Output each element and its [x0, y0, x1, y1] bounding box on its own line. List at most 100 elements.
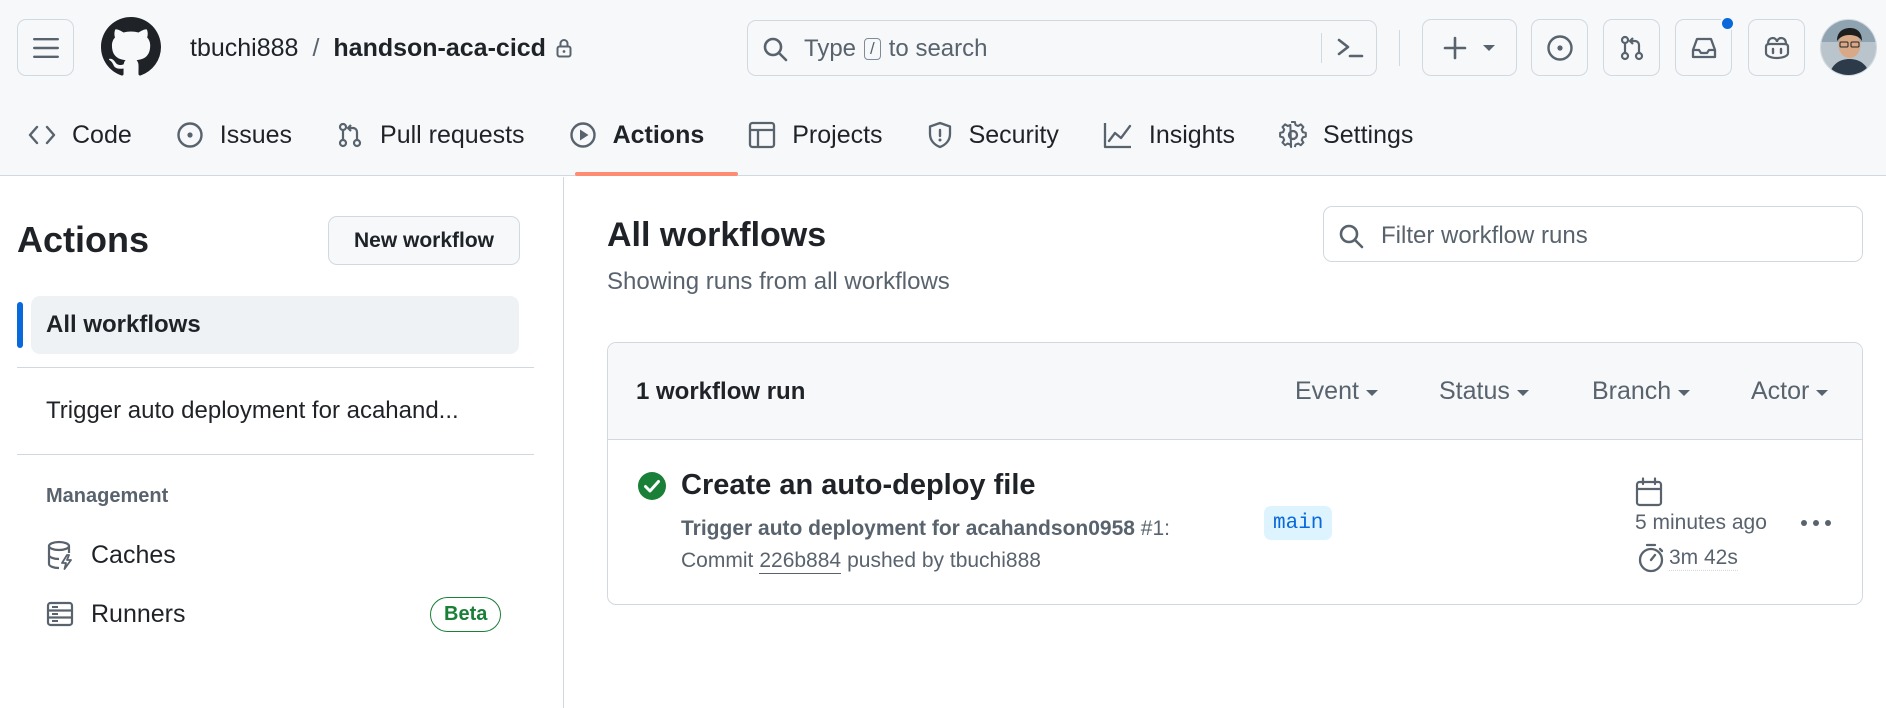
github-logo-icon[interactable] [101, 17, 161, 77]
play-icon [569, 122, 596, 148]
triangle-down-icon [1365, 389, 1378, 396]
tab-code-label: Code [72, 120, 132, 149]
command-palette-icon[interactable] [1336, 35, 1364, 61]
breadcrumb-repo-link[interactable]: handson-aca-cicd [333, 34, 546, 63]
user-avatar[interactable] [1820, 19, 1877, 76]
branch-filter-label: Branch [1592, 377, 1672, 405]
status-filter-label: Status [1439, 377, 1510, 405]
search-divider [1321, 33, 1322, 63]
plus-icon [1443, 36, 1466, 59]
header-divider [1399, 30, 1400, 66]
copilot-button[interactable] [1748, 19, 1805, 76]
sidebar-item-caches[interactable]: Caches [46, 538, 176, 572]
tab-issues-label: Issues [219, 120, 293, 149]
copilot-icon [1764, 36, 1789, 59]
run-pushed-by: pushed by tbuchi888 [847, 549, 1041, 572]
search-icon [763, 37, 788, 62]
git-pull-request-icon [338, 122, 362, 148]
issues-button[interactable] [1531, 19, 1588, 76]
sidebar-item-runners-label: Runners [91, 599, 186, 628]
open-global-navigation-button[interactable] [17, 19, 74, 76]
global-search-input[interactable]: Type / to search [747, 20, 1377, 76]
tab-projects[interactable]: Projects [748, 113, 883, 157]
breadcrumb: tbuchi888 / handson-aca-cicd [190, 30, 572, 66]
page-subtitle: Showing runs from all workflows [607, 268, 950, 295]
triangle-down-icon [1482, 44, 1495, 51]
check-circle-fill-icon [638, 472, 666, 500]
three-bars-icon [32, 37, 59, 58]
new-workflow-button[interactable]: New workflow [328, 216, 520, 265]
run-options-button[interactable] [1796, 503, 1836, 543]
search-placeholder-after: to search [888, 35, 988, 62]
run-title-link[interactable]: Create an auto-deploy file [681, 469, 1036, 502]
sidebar-title: Actions [17, 219, 150, 260]
event-filter-label: Event [1295, 377, 1359, 405]
stopwatch-icon [1638, 543, 1664, 573]
tab-projects-label: Projects [792, 120, 883, 149]
tab-issues[interactable]: Issues [176, 113, 292, 157]
shield-icon [928, 121, 951, 149]
git-pull-request-icon [1620, 35, 1643, 60]
tab-code[interactable]: Code [28, 113, 132, 157]
notification-indicator [1720, 16, 1735, 31]
active-tab-indicator [575, 172, 738, 176]
tab-security-label: Security [968, 120, 1059, 149]
graph-icon [1103, 123, 1132, 149]
create-new-button[interactable] [1422, 19, 1517, 76]
sidebar-divider-2 [17, 454, 534, 455]
tab-actions-label: Actions [612, 120, 705, 149]
search-placeholder: Type / to search [804, 35, 987, 63]
actor-filter-label: Actor [1751, 377, 1810, 405]
pull-requests-button[interactable] [1603, 19, 1660, 76]
breadcrumb-owner-link[interactable]: tbuchi888 [190, 34, 298, 63]
breadcrumb-separator: / [312, 33, 320, 62]
sidebar-border [563, 177, 564, 708]
avatar-image [1821, 20, 1876, 75]
repo-tabs: Code Issues Pull requests Actions Projec… [28, 113, 1457, 157]
search-icon [1339, 224, 1364, 249]
tab-security[interactable]: Security [927, 113, 1059, 157]
triangle-down-icon [1516, 389, 1529, 396]
branch-label[interactable]: main [1264, 506, 1333, 540]
beta-badge: Beta [430, 597, 502, 632]
page-title: All workflows [607, 216, 827, 254]
actor-filter-dropdown[interactable]: Actor [1751, 377, 1829, 406]
branch-filter-dropdown[interactable]: Branch [1592, 377, 1691, 406]
run-commit-prefix: Commit [681, 549, 754, 572]
management-heading: Management [46, 485, 169, 507]
event-filter-dropdown[interactable]: Event [1295, 377, 1378, 406]
tab-pull-requests-label: Pull requests [380, 120, 525, 149]
database-icon [47, 540, 72, 570]
run-timestamp: 5 minutes ago [1635, 511, 1767, 534]
workflow-runs-list: 1 workflow run Event Status Branch Actor [607, 342, 1863, 605]
kebab-horizontal-icon [1801, 520, 1831, 526]
lock-icon [556, 39, 572, 58]
global-header: tbuchi888 / handson-aca-cicd Type / to s… [0, 0, 1886, 176]
gear-icon [1279, 121, 1307, 149]
run-workflow-name: Trigger auto deployment for acahandson09… [681, 517, 1135, 540]
server-icon [46, 601, 74, 627]
runs-list-header: 1 workflow run Event Status Branch Actor [608, 343, 1862, 440]
issue-opened-icon [1546, 34, 1573, 61]
run-workflow-info: Trigger auto deployment for acahandson09… [681, 517, 1170, 541]
sidebar-item-caches-label: Caches [91, 540, 176, 569]
tab-settings[interactable]: Settings [1279, 113, 1413, 157]
table-icon [749, 121, 776, 149]
commit-sha-link[interactable]: 226b884 [759, 549, 842, 574]
run-count: 1 workflow run [636, 378, 806, 405]
filter-workflow-runs-input[interactable]: Filter workflow runs [1323, 206, 1863, 262]
sidebar-item-runners[interactable]: Runners [46, 597, 186, 631]
sidebar-item-workflow[interactable]: Trigger auto deployment for acahand... [46, 397, 506, 425]
tab-insights[interactable]: Insights [1103, 113, 1235, 157]
sidebar-divider-1 [17, 367, 534, 368]
tab-insights-label: Insights [1148, 120, 1236, 149]
tab-actions[interactable]: Actions [569, 113, 705, 157]
tab-settings-label: Settings [1323, 120, 1414, 149]
triangle-down-icon [1816, 389, 1829, 396]
status-filter-dropdown[interactable]: Status [1439, 377, 1529, 406]
sidebar-item-all-workflows-label: All workflows [46, 311, 201, 338]
run-commit-info: Commit 226b884 pushed by tbuchi888 [681, 549, 1041, 574]
filter-placeholder: Filter workflow runs [1381, 222, 1588, 249]
run-duration: 3m 42s [1669, 546, 1738, 571]
tab-pull-requests[interactable]: Pull requests [336, 113, 525, 157]
